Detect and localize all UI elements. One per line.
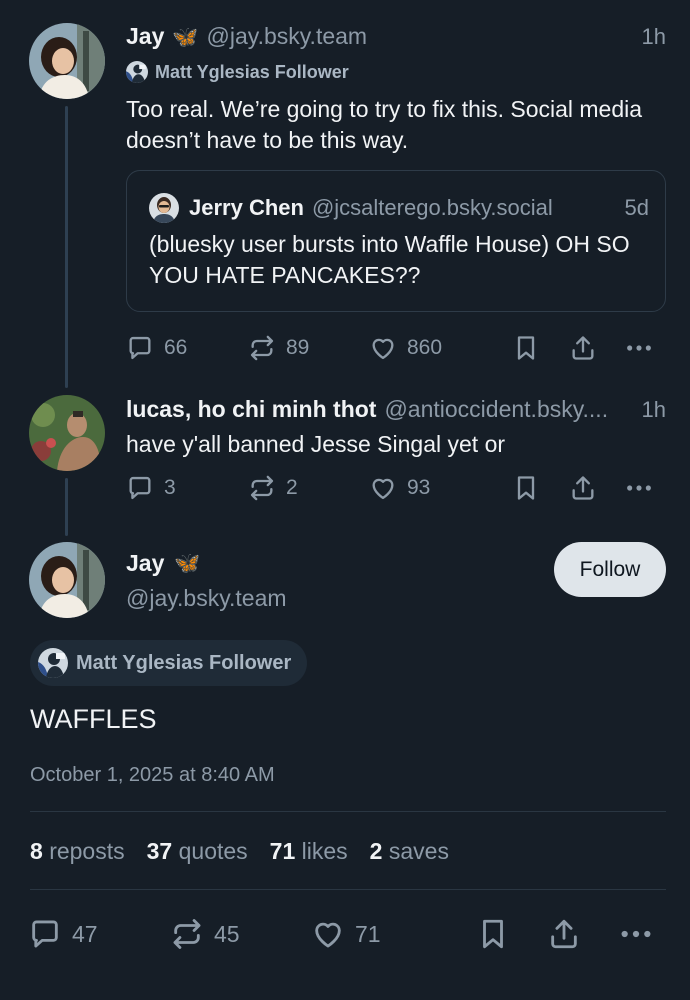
badge-avatar [38,648,68,678]
divider [30,811,666,812]
repost-icon [248,474,276,502]
more-icon [624,474,654,502]
post-actions: 66 89 860 [126,334,666,364]
follower-badge[interactable]: Matt Yglesias Follower [30,640,308,686]
avatar[interactable] [29,542,105,618]
follower-badge[interactable]: Matt Yglesias Follower [126,61,349,83]
author-name[interactable]: lucas, ho chi minh thot [126,396,376,423]
like-count: 860 [407,336,443,359]
share-icon [547,917,581,951]
more-options-button[interactable] [624,474,654,502]
reposts-stat[interactable]: 8 reposts [30,838,125,865]
repost-count: 45 [214,920,240,947]
reply-button[interactable]: 47 [28,917,98,951]
reply-button[interactable]: 66 [126,334,187,362]
post-text: WAFFLES [30,704,157,734]
post-timestamp[interactable]: October 1, 2025 at 8:40 AM [30,764,275,787]
share-button[interactable] [547,917,581,951]
divider [30,889,666,890]
thread-line [65,478,68,536]
reply-icon [28,917,62,951]
bookmark-button[interactable] [476,917,510,951]
reply-count: 66 [164,336,188,359]
repost-icon [170,917,204,951]
reply-icon [126,334,154,362]
post-time[interactable]: 1h [642,24,666,50]
like-count: 93 [407,476,431,499]
reply-count: 3 [164,476,176,499]
more-icon [624,334,654,362]
like-count: 71 [355,920,381,947]
quote-author-name: Jerry Chen [189,195,304,220]
reply-button[interactable]: 3 [126,474,176,502]
post-actions: 3 2 93 [126,474,666,504]
butterfly-emoji: 🦋 [174,551,201,575]
badge-label: Matt Yglesias Follower [155,61,349,82]
like-button[interactable]: 860 [369,334,442,362]
likes-stat[interactable]: 71 likes [270,838,348,865]
like-icon [369,334,397,362]
more-icon [618,917,654,951]
reply-icon [126,474,154,502]
butterfly-emoji: 🦋 [172,26,199,49]
repost-icon [248,334,276,362]
avatar[interactable] [29,23,105,99]
avatar [149,193,179,223]
share-icon [569,474,597,502]
post-actions: 47 45 71 [28,917,668,953]
share-button[interactable] [569,474,597,502]
repost-button[interactable]: 2 [248,474,298,502]
like-button[interactable]: 71 [311,917,381,951]
author-name[interactable]: Jay [126,23,164,50]
badge-avatar [126,61,148,83]
quoted-post[interactable]: Jerry Chen @jcsalterego.bsky.social 5d (… [126,170,666,312]
author-handle[interactable]: @jay.bsky.team [207,23,368,50]
like-button[interactable]: 93 [369,474,430,502]
bookmark-icon [476,917,510,951]
author-name[interactable]: Jay [126,550,164,577]
bookmark-icon [512,474,540,502]
post-text: have y'all banned Jesse Singal yet or [126,431,506,457]
post-time[interactable]: 1h [642,397,666,423]
repost-count: 2 [286,476,298,499]
post-text: Too real. We’re going to try to fix this… [126,96,643,153]
like-icon [369,474,397,502]
author-handle[interactable]: @jay.bsky.team [126,585,287,612]
avatar[interactable] [29,395,105,471]
engagement-stats: 8 reposts 37 quotes 71 likes 2 saves [30,838,449,865]
quote-text: (bluesky user bursts into Waffle House) … [149,231,630,288]
badge-label: Matt Yglesias Follower [76,651,292,674]
quote-author-handle: @jcsalterego.bsky.social [311,195,553,220]
repost-count: 89 [286,336,310,359]
bookmark-button[interactable] [512,474,540,502]
repost-button[interactable]: 45 [170,917,240,951]
quote-time: 5d [624,195,649,220]
follow-button[interactable]: Follow [554,542,666,597]
thread-line [65,106,68,388]
share-icon [569,334,597,362]
share-button[interactable] [569,334,597,362]
bookmark-button[interactable] [512,334,540,362]
like-icon [311,917,345,951]
saves-stat[interactable]: 2 saves [370,838,449,865]
reply-count: 47 [72,920,98,947]
author-handle[interactable]: @antioccident.bsky.... [384,396,608,423]
quotes-stat[interactable]: 37 quotes [147,838,248,865]
more-options-button[interactable] [624,334,654,362]
more-options-button[interactable] [618,917,654,951]
repost-button[interactable]: 89 [248,334,309,362]
bookmark-icon [512,334,540,362]
